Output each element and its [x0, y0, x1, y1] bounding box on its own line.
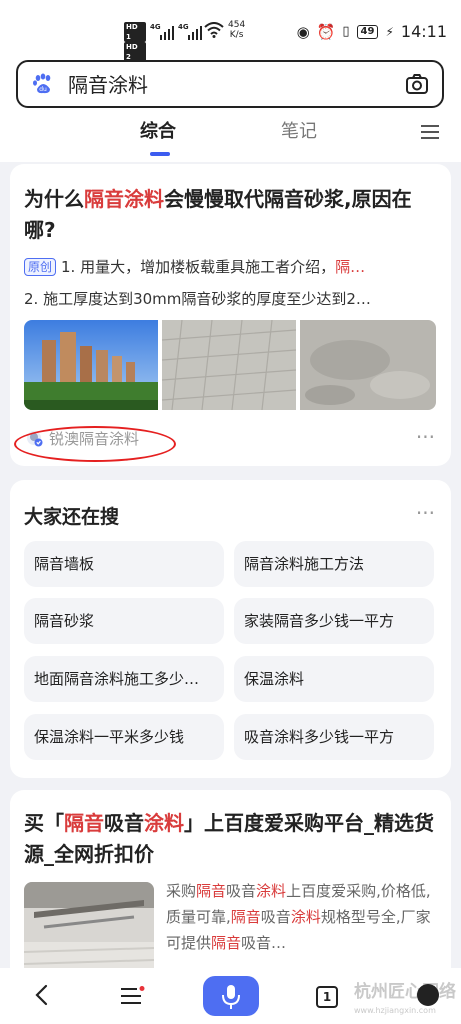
summary-text: 1. 用量大，增加楼板载重具施工者介绍，: [61, 258, 336, 276]
watermark: 杭州匠心网络: [354, 982, 456, 1002]
clock: 14:11: [400, 22, 447, 41]
result-title[interactable]: 为什么隔音涂料会慢慢取代隔音砂浆,原因在哪?: [24, 184, 436, 246]
camera-icon[interactable]: [406, 74, 428, 94]
desc-part: 吸音: [260, 908, 291, 926]
related-search-chip[interactable]: 隔音墙板: [24, 541, 224, 587]
speed-unit: K/s: [229, 30, 244, 40]
desc-part: 采购: [166, 882, 197, 900]
result-image[interactable]: [300, 320, 436, 410]
top-area: HD 1 HD 2 4G 4G 454 K/s ◉ ⏰ ▯ 49 ⚡ 14:11: [0, 0, 461, 162]
related-search-chip[interactable]: 隔音涂料施工方法: [234, 541, 434, 587]
feed-menu-icon[interactable]: [121, 986, 145, 1006]
result-card: 为什么隔音涂料会慢慢取代隔音砂浆,原因在哪? 原创 1. 用量大，增加楼板载重具施…: [10, 164, 451, 466]
network-speed: 454 K/s: [228, 20, 245, 40]
charging-icon: ⚡: [385, 24, 394, 39]
desc-highlight: 隔音: [196, 882, 227, 900]
microphone-icon: [222, 985, 240, 1009]
svg-text:du: du: [39, 86, 47, 93]
back-icon[interactable]: [32, 984, 52, 1006]
related-search-chip[interactable]: 吸音涂料多少钱一平方: [234, 714, 434, 760]
more-options-icon[interactable]: ···: [416, 427, 435, 447]
original-badge: 原创: [24, 258, 57, 276]
title-part: 买「: [24, 811, 64, 835]
search-box[interactable]: du 隔音涂料: [16, 60, 444, 108]
speed-value: 454: [228, 20, 246, 30]
related-searches-card: 大家还在搜 ··· 隔音墙板 隔音涂料施工方法 隔音砂浆 家装隔音多少钱一平方 …: [10, 480, 451, 778]
result-card: 买「隔音吸音涂料」上百度爱采购平台_精选货源_全网折扣价 采购隔音吸音涂料上百度…: [10, 790, 451, 990]
result-description: 采购隔音吸音涂料上百度爱采购,价格低,质量可靠,隔音吸音涂料规格型号全,厂家可提…: [166, 878, 440, 956]
summary-line: 2. 施工厚度达到30mm隔音砂浆的厚度至少达到2…: [24, 290, 371, 308]
title-highlight: 隔音: [64, 811, 104, 835]
more-options-icon[interactable]: ···: [416, 503, 435, 523]
section-title: 大家还在搜: [24, 506, 120, 528]
status-bar: HD 1 HD 2 4G 4G 454 K/s ◉ ⏰ ▯ 49 ⚡ 14:11: [0, 0, 461, 62]
wifi-icon: [204, 22, 224, 38]
baidu-home-icon[interactable]: [417, 984, 439, 1006]
hd2-label: HD 2: [124, 42, 146, 62]
signal1-icon: [160, 24, 174, 40]
desc-highlight: 涂料: [256, 882, 287, 900]
voice-search-button[interactable]: [203, 976, 259, 1016]
title-part: 吸音: [104, 811, 144, 835]
related-search-chip[interactable]: 地面隔音涂料施工多少…: [24, 656, 224, 702]
tab-notes[interactable]: 笔记: [281, 120, 317, 144]
highlight-annotation: [14, 426, 176, 462]
hd1-label: HD 1: [124, 22, 146, 42]
baidu-paw-icon: du: [33, 73, 51, 94]
title-highlight: 涂料: [144, 811, 184, 835]
result-title[interactable]: 买「隔音吸音涂料」上百度爱采购平台_精选货源_全网折扣价: [24, 808, 436, 870]
search-input[interactable]: 隔音涂料: [68, 72, 148, 98]
watermark-url: www.hzjiangxin.com: [354, 1006, 436, 1015]
status-right: ◉ ⏰ ▯ 49 ⚡ 14:11: [297, 22, 447, 41]
result-image[interactable]: [162, 320, 296, 410]
related-search-chip[interactable]: 保温涂料一平米多少钱: [24, 714, 224, 760]
alarm-icon: ⏰: [316, 22, 336, 41]
related-search-chip[interactable]: 家装隔音多少钱一平方: [234, 598, 434, 644]
desc-highlight: 隔音: [230, 908, 261, 926]
desc-part: 吸音: [226, 882, 257, 900]
menu-icon[interactable]: [421, 124, 439, 140]
desc-highlight: 隔音: [211, 934, 242, 952]
tab-general[interactable]: 综合: [140, 120, 176, 144]
related-search-chip[interactable]: 保温涂料: [234, 656, 434, 702]
network-indicator: HD 1 HD 2: [124, 22, 146, 62]
battery-indicator: 49: [356, 24, 379, 39]
eye-icon: ◉: [296, 22, 310, 41]
signal2-icon: [188, 24, 202, 40]
summary-line: 原创 1. 用量大，增加楼板载重具施工者介绍，隔…: [24, 256, 438, 278]
tab-count-button[interactable]: 1: [316, 986, 338, 1008]
title-highlight: 隔音涂料: [84, 187, 164, 211]
result-image[interactable]: [24, 320, 158, 410]
result-image[interactable]: [24, 882, 154, 982]
title-part: 为什么: [24, 187, 84, 211]
desc-highlight: 涂料: [290, 908, 321, 926]
active-tab-indicator: [150, 152, 170, 156]
summary-highlight: 隔…: [335, 258, 366, 276]
desc-part: 吸音…: [241, 934, 287, 952]
result-tabs: 综合 笔记: [0, 116, 461, 160]
related-search-chip[interactable]: 隔音砂浆: [24, 598, 224, 644]
bottom-nav-bar: 1 杭州匠心网络 www.hzjiangxin.com: [0, 968, 461, 1024]
vibrate-icon: ▯: [342, 24, 350, 39]
